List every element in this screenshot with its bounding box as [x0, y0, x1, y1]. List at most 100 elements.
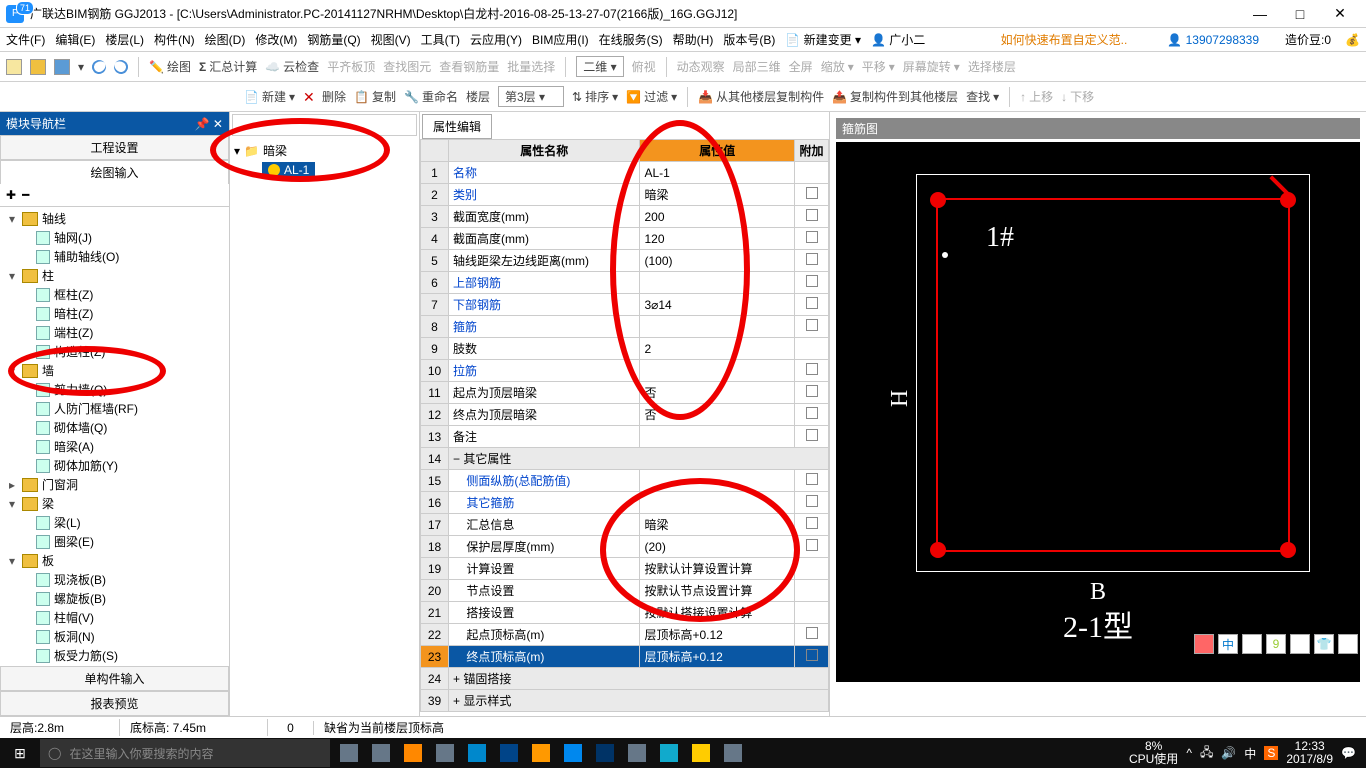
property-row[interactable]: 14− 其它属性: [421, 448, 829, 470]
property-row[interactable]: 13备注: [421, 426, 829, 448]
copy-button[interactable]: 📋复制: [354, 88, 396, 105]
property-row[interactable]: 22 起点顶标高(m)层顶标高+0.12: [421, 624, 829, 646]
tree-item[interactable]: 梁(L): [0, 513, 229, 532]
tray-s-icon[interactable]: S: [1264, 746, 1278, 760]
new-change-button[interactable]: 📄 新建变更 ▾: [785, 31, 861, 48]
tree-item[interactable]: 现浇板(B): [0, 570, 229, 589]
property-row[interactable]: 9肢数2: [421, 338, 829, 360]
copy-to-button[interactable]: 📤复制构件到其他楼层: [832, 88, 958, 105]
tree-item[interactable]: 人防门框墙(RF): [0, 399, 229, 418]
menu-help[interactable]: 帮助(H): [673, 31, 714, 48]
property-row[interactable]: 16 其它箍筋: [421, 492, 829, 514]
tree-item[interactable]: 暗柱(Z): [0, 304, 229, 323]
menu-bim[interactable]: BIM应用(I): [532, 31, 589, 48]
delete-button[interactable]: ✕删除: [303, 88, 346, 105]
move-up-button[interactable]: ↑上移: [1020, 88, 1053, 105]
local3d-button[interactable]: 局部三维: [733, 58, 781, 75]
tab-report-preview[interactable]: 报表预览: [0, 691, 229, 716]
tab-draw-input[interactable]: 绘图输入: [0, 160, 229, 184]
close-button[interactable]: ✕: [1320, 5, 1360, 22]
property-row[interactable]: 18 保护层厚度(mm)(20): [421, 536, 829, 558]
filter-button[interactable]: 🔽过滤 ▾: [626, 88, 677, 105]
tray-ime-icon[interactable]: 中: [1244, 745, 1256, 762]
dyn-button[interactable]: 动态观察: [677, 58, 725, 75]
tree-item[interactable]: 砌体墙(Q): [0, 418, 229, 437]
tray-icon-6[interactable]: 👕: [1314, 634, 1334, 654]
tree-group[interactable]: ▾轴线: [0, 209, 229, 228]
property-row[interactable]: 7下部钢筋3⌀14: [421, 294, 829, 316]
flat-button[interactable]: 平齐板顶: [327, 58, 375, 75]
tree-item[interactable]: 板受力筋(S): [0, 646, 229, 665]
rename-button[interactable]: 🔧重命名: [404, 88, 458, 105]
property-row[interactable]: 1名称AL-1: [421, 162, 829, 184]
tray-icon-3[interactable]: [1242, 634, 1262, 654]
redo-icon[interactable]: [111, 57, 130, 76]
task-icon[interactable]: [724, 744, 742, 762]
selfloor-button[interactable]: 选择楼层: [968, 58, 1016, 75]
property-row[interactable]: 12终点为顶层暗梁否: [421, 404, 829, 426]
property-row[interactable]: 11起点为顶层暗梁否: [421, 382, 829, 404]
task-icon[interactable]: [404, 744, 422, 762]
tree-group[interactable]: ▾梁: [0, 494, 229, 513]
property-row[interactable]: 19 计算设置按默认计算设置计算: [421, 558, 829, 580]
tree-group[interactable]: ▾板: [0, 551, 229, 570]
tray-icon-2[interactable]: 中: [1218, 634, 1238, 654]
sum-button[interactable]: Σ 汇总计算: [199, 58, 257, 75]
component-tree-root[interactable]: ▾📁暗梁: [234, 142, 415, 159]
menu-online[interactable]: 在线服务(S): [599, 31, 663, 48]
property-table[interactable]: 属性名称 属性值 附加 1名称AL-12类别暗梁3截面宽度(mm)2004截面高…: [420, 139, 829, 712]
notif-icon[interactable]: 💬: [1341, 746, 1356, 760]
batch-sel-button[interactable]: 批量选择: [507, 58, 555, 75]
tree-item[interactable]: 辅助轴线(O): [0, 247, 229, 266]
property-row[interactable]: 23 终点顶标高(m)层顶标高+0.12: [421, 646, 829, 668]
menu-version[interactable]: 版本号(B): [723, 31, 775, 48]
save-icon[interactable]: [54, 59, 70, 75]
tip-link[interactable]: 如何快速布置自定义范..: [1001, 31, 1128, 48]
new-button[interactable]: 📄新建 ▾: [244, 88, 295, 105]
property-row[interactable]: 4截面高度(mm)120: [421, 228, 829, 250]
sort-button[interactable]: ⇅排序 ▾: [572, 88, 618, 105]
move-down-button[interactable]: ↓下移: [1061, 88, 1094, 105]
property-row[interactable]: 8箍筋: [421, 316, 829, 338]
tree-group[interactable]: ▾柱: [0, 266, 229, 285]
bird-button[interactable]: 俯视: [632, 58, 656, 75]
menu-component[interactable]: 构件(N): [154, 31, 195, 48]
tree-item[interactable]: 构造柱(Z): [0, 342, 229, 361]
taskbar-search[interactable]: ◯ 在这里输入你要搜索的内容: [40, 739, 330, 767]
tree-item[interactable]: 端柱(Z): [0, 323, 229, 342]
task-icon[interactable]: [660, 744, 678, 762]
property-row[interactable]: 6上部钢筋: [421, 272, 829, 294]
coin-label[interactable]: 造价豆:0: [1285, 31, 1331, 48]
tree-group[interactable]: ▸门窗洞: [0, 475, 229, 494]
task-icon[interactable]: [500, 744, 518, 762]
property-row[interactable]: 21 搭接设置按默认搭接设置计算: [421, 602, 829, 624]
account-number[interactable]: 👤 13907298339: [1167, 33, 1259, 47]
menu-floor[interactable]: 楼层(L): [105, 31, 144, 48]
tree-item[interactable]: 砌体加筋(Y): [0, 456, 229, 475]
component-search[interactable]: [232, 114, 417, 136]
tab-single-input[interactable]: 单构件输入: [0, 666, 229, 691]
menu-file[interactable]: 文件(F): [6, 31, 45, 48]
undo-icon[interactable]: [89, 57, 108, 76]
tray-vol-icon[interactable]: 🔊: [1221, 746, 1236, 760]
menu-edit[interactable]: 编辑(E): [55, 31, 95, 48]
property-row[interactable]: 24+ 锚固搭接: [421, 668, 829, 690]
tree-item[interactable]: 柱帽(V): [0, 608, 229, 627]
tray-net-icon[interactable]: 🖧: [1200, 743, 1213, 764]
tray-icon-4[interactable]: 9: [1266, 634, 1286, 654]
property-row[interactable]: 15 侧面纵筋(总配筋值): [421, 470, 829, 492]
property-row[interactable]: 2类别暗梁: [421, 184, 829, 206]
start-button[interactable]: ⊞: [0, 745, 40, 762]
tray-icon-5[interactable]: [1290, 634, 1310, 654]
tab-project-settings[interactable]: 工程设置: [0, 135, 229, 160]
menu-rebar[interactable]: 钢筋量(Q): [307, 31, 360, 48]
menu-modify[interactable]: 修改(M): [255, 31, 297, 48]
menu-cloud[interactable]: 云应用(Y): [470, 31, 522, 48]
cpu-meter[interactable]: 8%CPU使用: [1129, 740, 1178, 766]
full-button[interactable]: 全屏: [789, 58, 813, 75]
dim-select[interactable]: 二维 ▾: [576, 56, 623, 77]
user-label[interactable]: 👤 广小二: [871, 31, 925, 48]
property-row[interactable]: 39+ 显示样式: [421, 690, 829, 712]
property-row[interactable]: 5轴线距梁左边线距离(mm)(100): [421, 250, 829, 272]
tree-item[interactable]: 框柱(Z): [0, 285, 229, 304]
